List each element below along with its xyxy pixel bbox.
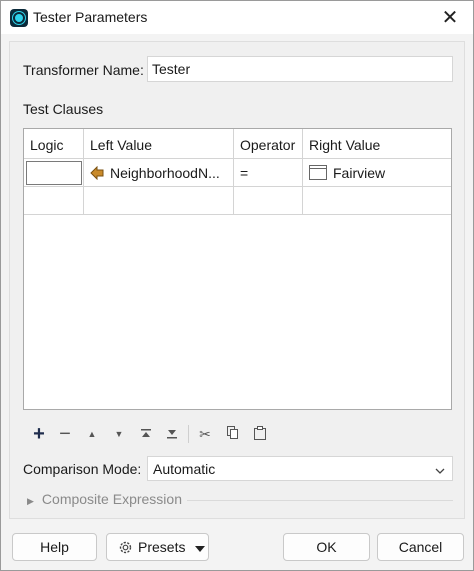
cut-icon: ✂ bbox=[199, 425, 211, 442]
table-row-logic-cell[interactable] bbox=[24, 159, 84, 187]
move-top-button[interactable] bbox=[135, 424, 157, 444]
text-value-icon bbox=[309, 165, 327, 183]
copy-icon bbox=[227, 426, 239, 442]
close-icon: ✕ bbox=[441, 6, 459, 29]
app-icon bbox=[10, 9, 28, 27]
title-bar: Tester Parameters ✕ bbox=[1, 1, 473, 34]
logic-input[interactable] bbox=[26, 161, 82, 185]
remove-row-button[interactable]: − bbox=[54, 422, 76, 445]
move-down-icon: ▼ bbox=[114, 429, 124, 439]
paste-icon bbox=[254, 425, 266, 443]
add-icon: + bbox=[33, 422, 45, 445]
column-header-logic[interactable]: Logic bbox=[24, 129, 84, 159]
move-bottom-button[interactable] bbox=[161, 424, 183, 444]
table-row-right-value[interactable]: Fairview bbox=[303, 159, 451, 187]
transformer-name-label: Transformer Name: bbox=[23, 62, 144, 78]
cut-button[interactable]: ✂ bbox=[194, 424, 216, 444]
table-row-operator[interactable]: = bbox=[234, 159, 303, 187]
column-header-left-value[interactable]: Left Value bbox=[84, 129, 234, 159]
tester-parameters-dialog: Tester Parameters ✕ Transformer Name: Te… bbox=[0, 0, 474, 571]
toolbar-separator bbox=[188, 425, 189, 443]
table-row-empty-logic[interactable] bbox=[24, 187, 84, 215]
table-row-left-value[interactable]: NeighborhoodN... bbox=[84, 159, 234, 187]
presets-label: Presets bbox=[138, 539, 186, 555]
column-header-right-value[interactable]: Right Value bbox=[303, 129, 451, 159]
comparison-mode-select[interactable]: Automatic bbox=[147, 456, 453, 481]
ok-button[interactable]: OK bbox=[283, 533, 370, 561]
transformer-name-input[interactable]: Tester bbox=[147, 56, 453, 82]
right-value-text: Fairview bbox=[333, 165, 386, 181]
move-bottom-icon bbox=[166, 427, 178, 442]
chevron-down-icon bbox=[435, 463, 445, 474]
composite-expression-label: Composite Expression bbox=[41, 491, 182, 507]
comparison-mode-value: Automatic bbox=[153, 461, 216, 477]
move-down-button[interactable]: ▼ bbox=[108, 424, 130, 444]
window-title: Tester Parameters bbox=[33, 9, 148, 25]
presets-button[interactable]: Presets bbox=[106, 533, 209, 561]
copy-button[interactable] bbox=[222, 424, 244, 444]
gear-icon bbox=[117, 539, 134, 556]
remove-icon: − bbox=[59, 422, 71, 445]
table-row-empty-right[interactable] bbox=[303, 187, 451, 215]
move-top-icon bbox=[140, 427, 152, 442]
column-header-operator[interactable]: Operator bbox=[234, 129, 303, 159]
table-row-empty-left[interactable] bbox=[84, 187, 234, 215]
composite-divider bbox=[187, 500, 453, 501]
dropdown-arrow-icon bbox=[195, 539, 206, 555]
table-row-empty-operator[interactable] bbox=[234, 187, 303, 215]
cancel-button[interactable]: Cancel bbox=[377, 533, 464, 561]
add-row-button[interactable]: + bbox=[28, 422, 50, 445]
attribute-arrow-icon bbox=[90, 165, 104, 183]
help-button[interactable]: Help bbox=[12, 533, 97, 561]
chevron-right-icon: ▶ bbox=[27, 496, 34, 506]
comparison-mode-label: Comparison Mode: bbox=[23, 461, 142, 477]
paste-button[interactable] bbox=[249, 424, 271, 444]
left-value-text: NeighborhoodN... bbox=[110, 165, 220, 181]
composite-expression-toggle[interactable]: ▶ Composite Expression bbox=[27, 491, 182, 507]
test-clauses-table: Logic Left Value Operator Right Value Ne… bbox=[23, 128, 452, 410]
move-up-button[interactable]: ▲ bbox=[81, 424, 103, 444]
move-up-icon: ▲ bbox=[87, 429, 97, 439]
close-button[interactable]: ✕ bbox=[433, 3, 467, 31]
test-clauses-label: Test Clauses bbox=[23, 101, 104, 117]
